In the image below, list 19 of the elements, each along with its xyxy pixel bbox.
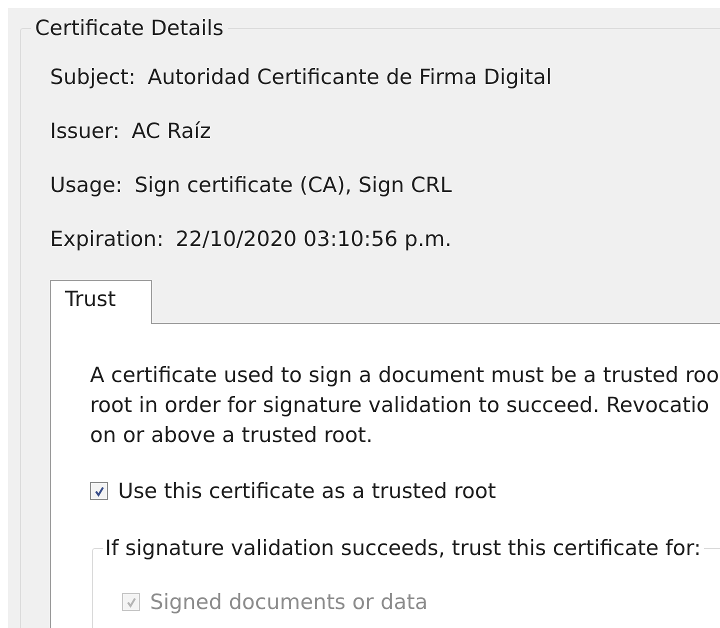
- check-icon: [124, 596, 138, 608]
- field-label: Expiration:: [50, 227, 164, 251]
- description-text: A certificate used to sign a document must be a trusted roo: [90, 362, 720, 389]
- checkbox-label: Use this certificate as a trusted root: [118, 479, 496, 503]
- group-title: Certificate Details: [34, 16, 225, 40]
- field-value: AC Raíz: [132, 119, 211, 143]
- field-label: Issuer:: [50, 119, 120, 143]
- tab[interactable]: Trust: [50, 280, 152, 324]
- checkbox-label: Signed documents or data: [150, 590, 428, 614]
- checkbox[interactable]: [90, 482, 108, 500]
- description-text: on or above a trusted root.: [90, 422, 374, 449]
- field-value: Autoridad Certificante de Firma Digital: [148, 65, 552, 89]
- field-label: Subject:: [50, 65, 136, 89]
- group-title: If signature validation succeeds, trust this certificate for:: [104, 536, 702, 560]
- description-text: root in order for signature validation to succeed. Revocatio: [90, 392, 710, 419]
- field-value: Sign certificate (CA), Sign CRL: [134, 173, 452, 197]
- check-icon: [92, 484, 106, 498]
- field-label: Usage:: [50, 173, 123, 197]
- field-value: 22/10/2020 03:10:56 p.m.: [176, 227, 452, 251]
